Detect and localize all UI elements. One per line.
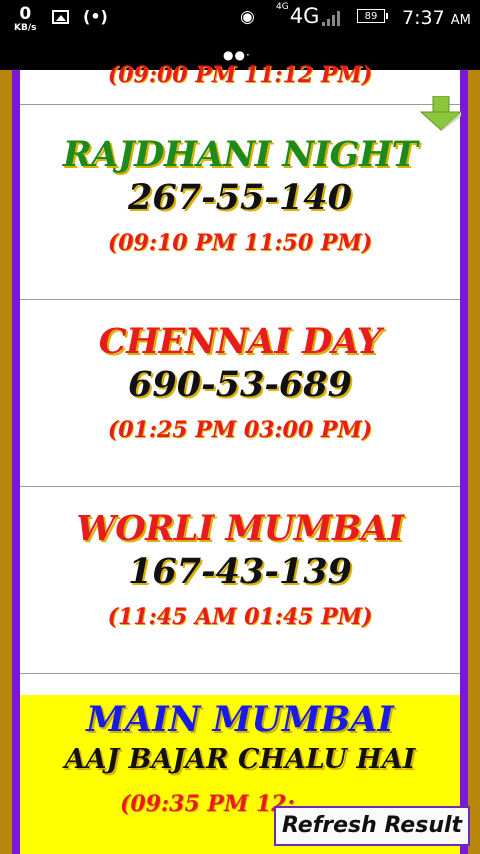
market-number: 267-55-140 bbox=[128, 177, 352, 218]
network-speed: 0 KB/s bbox=[14, 6, 36, 33]
market-number: 167-43-139 bbox=[128, 551, 352, 592]
market-number: 690-53-689 bbox=[128, 364, 352, 405]
clock: 7:37 AM bbox=[402, 7, 471, 29]
hotspot-icon: ◉ bbox=[240, 7, 255, 27]
battery-icon: 89 bbox=[357, 9, 388, 23]
page-dots: ●●· bbox=[223, 48, 251, 62]
partial-card: (09:00 PM 11:12 PM) bbox=[20, 62, 460, 105]
market-time: (11:45 AM 01:45 PM) bbox=[107, 604, 373, 630]
market-card: RAJDHANI NIGHT 267-55-140 (09:10 PM 11:5… bbox=[20, 112, 460, 300]
speed-value: 0 bbox=[19, 4, 32, 24]
clock-time: 7:37 bbox=[402, 7, 445, 29]
partial-time: (09:00 PM 11:12 PM) bbox=[107, 62, 373, 88]
market-card: CHENNAI DAY 690-53-689 (01:25 PM 03:00 P… bbox=[20, 299, 460, 487]
results-panel[interactable]: (09:00 PM 11:12 PM) RAJDHANI NIGHT 267-5… bbox=[20, 62, 460, 854]
market-name: WORLI MUMBAI bbox=[76, 508, 404, 549]
main-market-subtitle: AAJ BAJAR CHALU HAI bbox=[64, 744, 416, 775]
battery-level: 89 bbox=[364, 11, 378, 22]
status-bar: 0 KB/s (•) ◉ 4G4G 89 7:37 AM ●●· bbox=[0, 0, 480, 70]
market-name: RAJDHANI NIGHT bbox=[62, 134, 418, 175]
market-card: WORLI MUMBAI 167-43-139 (11:45 AM 01:45 … bbox=[20, 486, 460, 674]
network-label: 4G bbox=[289, 4, 320, 28]
content-area[interactable]: (09:00 PM 11:12 PM) RAJDHANI NIGHT 267-5… bbox=[0, 62, 480, 854]
market-name: CHENNAI DAY bbox=[98, 321, 382, 362]
speed-unit: KB/s bbox=[14, 23, 37, 33]
market-time: (09:10 PM 11:50 PM) bbox=[107, 230, 373, 256]
market-time: (01:25 PM 03:00 PM) bbox=[107, 417, 373, 443]
network-small: 4G bbox=[276, 2, 289, 12]
scroll-down-arrow-icon[interactable] bbox=[417, 96, 465, 132]
clock-ampm: AM bbox=[450, 13, 471, 28]
main-market-name: MAIN MUMBAI bbox=[86, 699, 394, 740]
signal-icon bbox=[322, 10, 342, 26]
refresh-result-button[interactable]: Refresh Result bbox=[274, 806, 470, 846]
radio-icon: (•) bbox=[83, 7, 108, 26]
network-type: 4G4G bbox=[276, 2, 320, 28]
image-icon bbox=[52, 10, 69, 24]
